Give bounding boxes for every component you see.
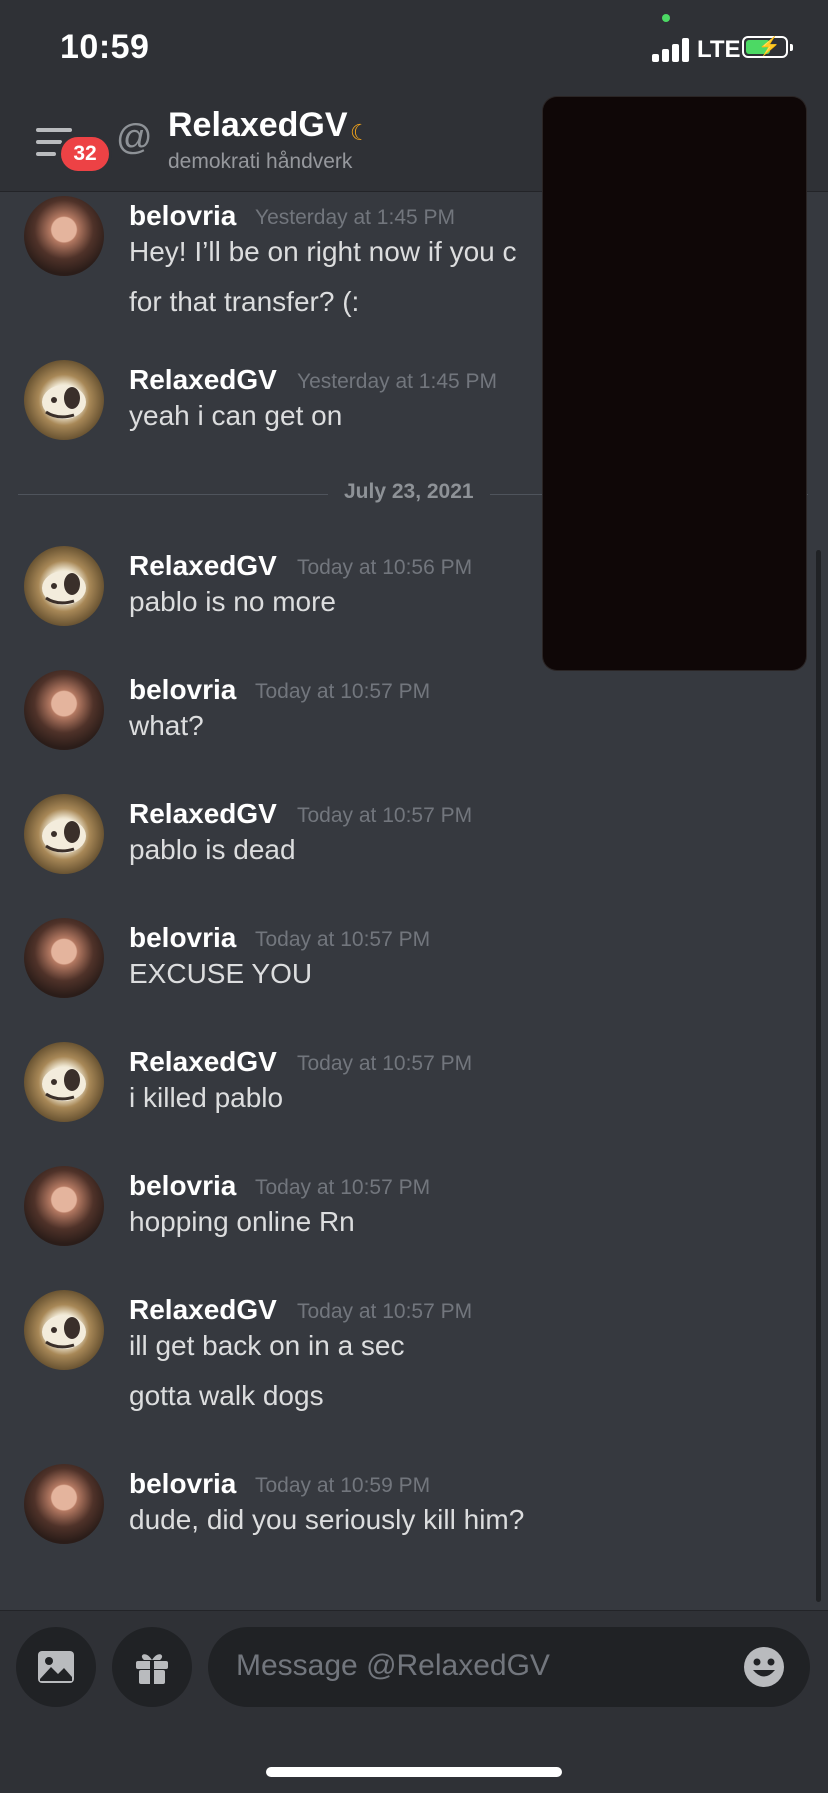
message-timestamp: Yesterday at 1:45 PM — [297, 370, 498, 393]
message-input[interactable]: Message @RelaxedGV — [208, 1627, 810, 1707]
message-timestamp: Today at 10:57 PM — [255, 928, 431, 951]
unread-badge: 32 — [58, 134, 112, 174]
message-text: ill get back on in a sec — [129, 1330, 405, 1361]
message-text: hopping online Rn — [129, 1206, 355, 1237]
message-input-placeholder: Message @RelaxedGV — [236, 1649, 550, 1682]
avatar[interactable] — [24, 1042, 104, 1122]
avatar[interactable] — [24, 1464, 104, 1544]
network-type: LTE — [697, 36, 741, 63]
avatar[interactable] — [24, 1290, 104, 1370]
avatar[interactable] — [24, 546, 104, 626]
signal-icon — [652, 38, 692, 62]
image-icon — [38, 1651, 74, 1683]
avatar[interactable] — [24, 360, 104, 440]
message-author[interactable]: belovria — [129, 674, 236, 706]
message-author[interactable]: belovria — [129, 200, 236, 232]
message-composer: Message @RelaxedGV — [0, 1610, 828, 1793]
status-bar: 10:59 LTE ⚡ — [0, 0, 828, 90]
message-timestamp: Today at 10:57 PM — [297, 1300, 473, 1323]
battery-icon: ⚡ — [742, 36, 793, 58]
channel-subtitle: demokrati håndverk — [168, 150, 353, 173]
message-timestamp: Yesterday at 1:45 PM — [255, 206, 456, 229]
message-author[interactable]: belovria — [129, 1468, 236, 1500]
message-text: EXCUSE YOU — [129, 958, 313, 989]
avatar[interactable] — [24, 794, 104, 874]
date-divider: July 23, 2021 — [328, 480, 490, 504]
gift-button[interactable] — [112, 1627, 192, 1707]
idle-moon-icon: ☾ — [350, 120, 370, 145]
at-icon: @ — [116, 116, 153, 157]
message-author[interactable]: belovria — [129, 922, 236, 954]
message-text: yeah i can get on — [129, 400, 343, 431]
message-timestamp: Today at 10:57 PM — [255, 680, 431, 703]
message-timestamp: Today at 10:57 PM — [297, 1052, 473, 1075]
video-call-overlay[interactable] — [543, 97, 806, 670]
message-author[interactable]: belovria — [129, 1170, 236, 1202]
message-timestamp: Today at 10:57 PM — [255, 1176, 431, 1199]
avatar[interactable] — [24, 1166, 104, 1246]
avatar[interactable] — [24, 918, 104, 998]
message-text: i killed pablo — [129, 1082, 284, 1113]
message-author[interactable]: RelaxedGV — [129, 1294, 277, 1326]
message-author[interactable]: RelaxedGV — [129, 550, 277, 582]
message-text: dude, did you seriously kill him? — [129, 1504, 525, 1535]
home-indicator — [266, 1767, 562, 1777]
message-timestamp: Today at 10:59 PM — [255, 1474, 431, 1497]
scrollbar[interactable] — [816, 550, 821, 1602]
channel-title[interactable]: RelaxedGV — [168, 106, 348, 145]
message-text: pablo is dead — [129, 834, 296, 865]
camera-in-use-indicator — [662, 14, 670, 22]
avatar[interactable] — [24, 670, 104, 750]
message-text: Hey! I’ll be on right now if you c — [129, 236, 517, 267]
emoji-icon[interactable] — [742, 1645, 786, 1689]
attach-image-button[interactable] — [16, 1627, 96, 1707]
message-text: what? — [129, 710, 204, 741]
avatar[interactable] — [24, 196, 104, 276]
message-text: gotta walk dogs — [129, 1380, 324, 1411]
message-timestamp: Today at 10:56 PM — [297, 556, 473, 579]
message-timestamp: Today at 10:57 PM — [297, 804, 473, 827]
message-text: for that transfer? (: — [129, 286, 360, 317]
gift-icon — [136, 1654, 168, 1684]
message-author[interactable]: RelaxedGV — [129, 1046, 277, 1078]
message-text: pablo is no more — [129, 586, 337, 617]
message-author[interactable]: RelaxedGV — [129, 798, 277, 830]
message-author[interactable]: RelaxedGV — [129, 364, 277, 396]
status-time: 10:59 — [60, 28, 150, 66]
